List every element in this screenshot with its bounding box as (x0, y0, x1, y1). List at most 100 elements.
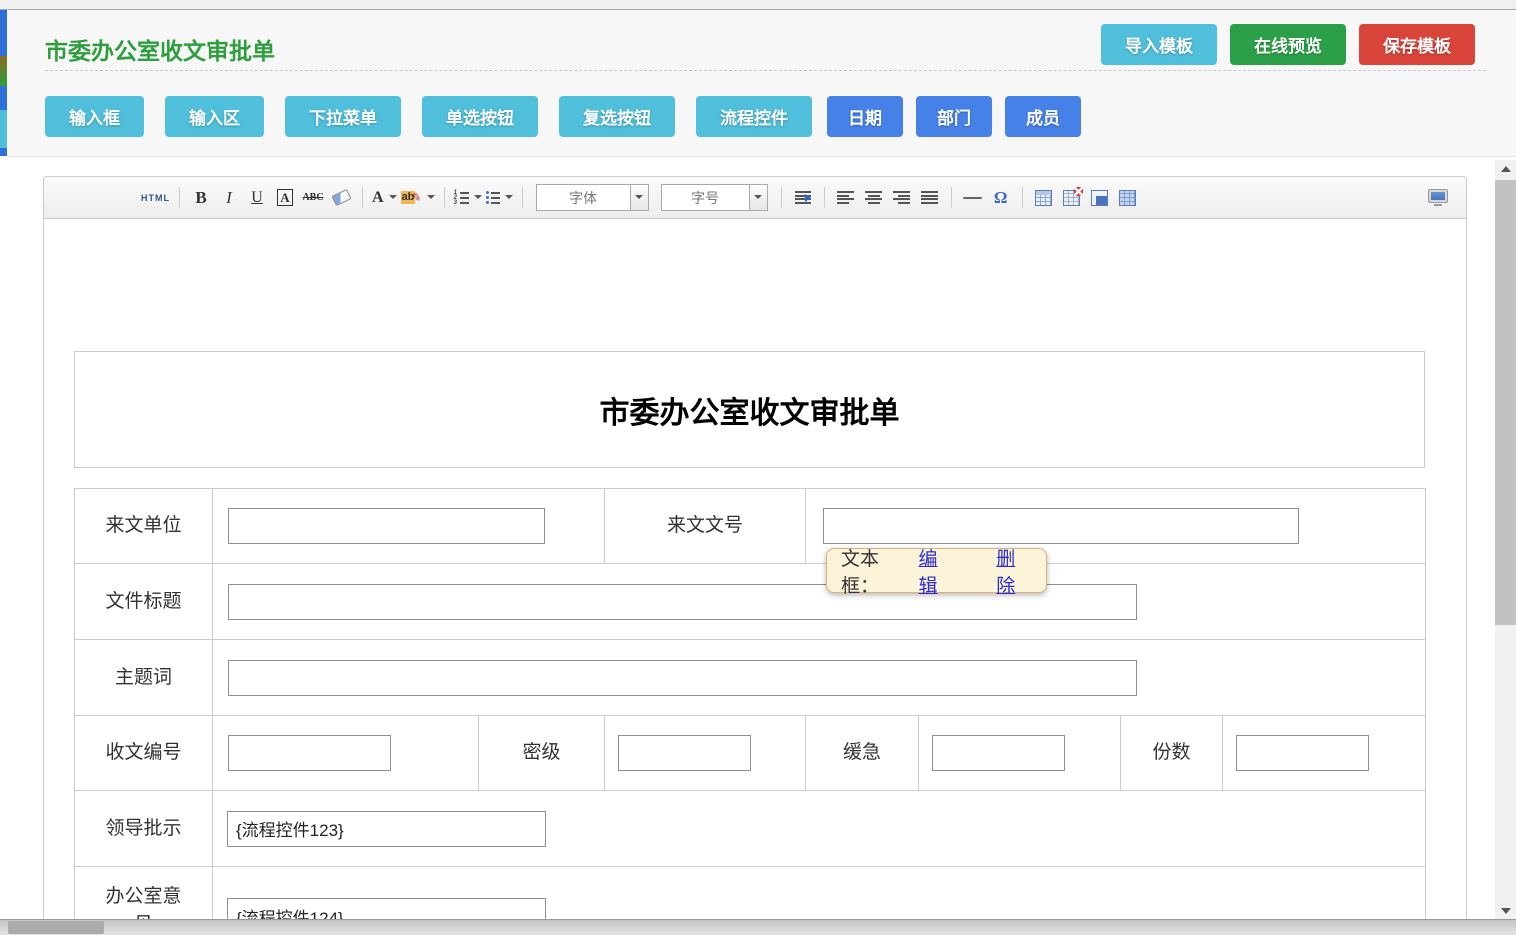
strikethrough-button[interactable]: ABC (301, 185, 325, 211)
highlight-color-button[interactable]: ab ✎ (401, 185, 435, 211)
secrecy-level-input[interactable] (618, 735, 751, 771)
save-template-button[interactable]: 保存模板 (1359, 24, 1475, 65)
widget-button-row: 输入框 输入区 下拉菜单 单选按钮 复选按钮 流程控件 日期 部门 成员 (45, 96, 1081, 137)
scroll-up-button[interactable] (1495, 160, 1516, 178)
align-right-icon (893, 191, 910, 204)
toolbar-separator (362, 187, 363, 208)
font-size-select[interactable]: 字号 (661, 184, 768, 211)
online-preview-button[interactable]: 在线预览 (1230, 24, 1346, 65)
font-frame-button[interactable]: A (273, 185, 297, 211)
fullscreen-icon (1428, 189, 1448, 203)
field-label: 份数 (1121, 716, 1223, 791)
form-title-box: 市委办公室收文审批单 (74, 351, 1425, 468)
chevron-down-icon[interactable] (749, 185, 767, 210)
cell-properties-icon (1119, 190, 1136, 206)
add-checkbox-button[interactable]: 复选按钮 (559, 96, 675, 137)
editor-toolbar: HTML B I U A ABC A ab ✎ 1 2 3 (44, 177, 1466, 219)
align-right-button[interactable] (890, 185, 914, 211)
office-opinion-input[interactable] (227, 898, 546, 920)
align-center-button[interactable] (862, 185, 886, 211)
cell-properties-button[interactable] (1116, 185, 1140, 211)
eraser-icon (331, 189, 351, 206)
receipt-number-input[interactable] (228, 735, 391, 771)
page-header: 市委办公室收文审批单 导入模板 在线预览 保存模板 输入框 输入区 下拉菜单 单… (7, 10, 1516, 157)
approval-form-table: 来文单位 来文文号 文件标题 主题词 (74, 488, 1426, 920)
toolbar-separator (781, 187, 782, 208)
chevron-down-icon (427, 195, 435, 203)
table-row: 文件标题 (75, 564, 1426, 640)
toolbar-separator (951, 187, 952, 208)
scrollbar-thumb[interactable] (8, 921, 104, 934)
table-row: 领导批示 (75, 791, 1426, 867)
align-center-icon (865, 191, 882, 204)
add-date-button[interactable]: 日期 (827, 96, 903, 137)
insert-table-button[interactable] (1032, 185, 1056, 211)
source-code-button[interactable]: HTML (141, 185, 170, 211)
field-label: 来文文号 (605, 489, 806, 564)
field-label: 领导批示 (75, 791, 213, 867)
font-color-button[interactable]: A (372, 185, 397, 211)
horizontal-rule-icon (963, 197, 982, 199)
field-label: 文件标题 (75, 564, 213, 640)
table-row: 来文单位 来文文号 (75, 489, 1426, 564)
table-row: 主题词 (75, 640, 1426, 716)
special-char-button[interactable]: Ω (989, 185, 1013, 211)
horizontal-rule-button[interactable] (961, 185, 985, 211)
toolbar-separator (824, 187, 825, 208)
bullet-list-button[interactable] (486, 185, 513, 211)
field-label: 来文单位 (75, 489, 213, 564)
copies-count-input[interactable] (1236, 735, 1369, 771)
control-tooltip: 文本框： 编辑 删除 (826, 548, 1047, 593)
remove-format-button[interactable] (329, 185, 353, 211)
arrow-down-icon (1501, 908, 1511, 919)
align-justify-button[interactable] (918, 185, 942, 211)
incoming-doc-number-input[interactable] (823, 508, 1299, 544)
chevron-down-icon[interactable] (630, 185, 648, 210)
font-family-select[interactable]: 字体 (536, 184, 649, 211)
table-properties-icon (1091, 190, 1108, 206)
toolbar-separator (1022, 187, 1023, 208)
add-flow-control-button[interactable]: 流程控件 (696, 96, 812, 137)
add-department-button[interactable]: 部门 (916, 96, 992, 137)
page-title: 市委办公室收文审批单 (45, 32, 275, 66)
ordered-list-button[interactable]: 1 2 3 (454, 185, 482, 211)
import-template-button[interactable]: 导入模板 (1101, 24, 1217, 65)
scroll-down-button[interactable] (1495, 902, 1516, 920)
table-row: 办公室意见 (75, 867, 1426, 921)
leader-instructions-input[interactable] (227, 811, 546, 847)
fullscreen-button[interactable] (1428, 189, 1448, 206)
font-color-icon: A (372, 189, 384, 207)
delete-table-button[interactable] (1060, 185, 1084, 211)
chevron-down-icon (505, 195, 513, 203)
table-properties-button[interactable] (1088, 185, 1112, 211)
add-dropdown-button[interactable]: 下拉菜单 (285, 96, 401, 137)
incoming-unit-input[interactable] (228, 508, 545, 544)
align-left-icon (837, 191, 854, 204)
tooltip-label: 文本框： (841, 544, 913, 598)
add-input-box-button[interactable]: 输入框 (45, 96, 144, 137)
subject-words-input[interactable] (228, 660, 1137, 696)
bold-button[interactable]: B (189, 185, 213, 211)
edit-control-link[interactable]: 编辑 (919, 544, 955, 598)
window-top-edge (0, 0, 1516, 10)
left-edge-strip (0, 10, 7, 156)
indent-button[interactable] (791, 185, 815, 211)
vertical-scrollbar[interactable] (1495, 160, 1516, 920)
underline-button[interactable]: U (245, 185, 269, 211)
template-actions: 导入模板 在线预览 保存模板 (1101, 24, 1475, 65)
urgency-input[interactable] (932, 735, 1065, 771)
delete-control-link[interactable]: 删除 (996, 544, 1032, 598)
italic-button[interactable]: I (217, 185, 241, 211)
add-radio-button[interactable]: 单选按钮 (422, 96, 538, 137)
chevron-down-icon (389, 195, 397, 203)
align-left-button[interactable] (834, 185, 858, 211)
scrollbar-thumb[interactable] (1495, 180, 1516, 625)
add-textarea-button[interactable]: 输入区 (165, 96, 264, 137)
indent-icon (795, 191, 811, 204)
add-member-button[interactable]: 成员 (1005, 96, 1081, 137)
field-label: 收文编号 (75, 716, 213, 791)
delete-table-icon (1063, 190, 1080, 206)
highlight-icon: ab ✎ (401, 191, 422, 204)
editor-content[interactable]: 市委办公室收文审批单 来文单位 来文文号 文件标题 (44, 219, 1466, 920)
horizontal-scrollbar[interactable] (0, 919, 1516, 935)
